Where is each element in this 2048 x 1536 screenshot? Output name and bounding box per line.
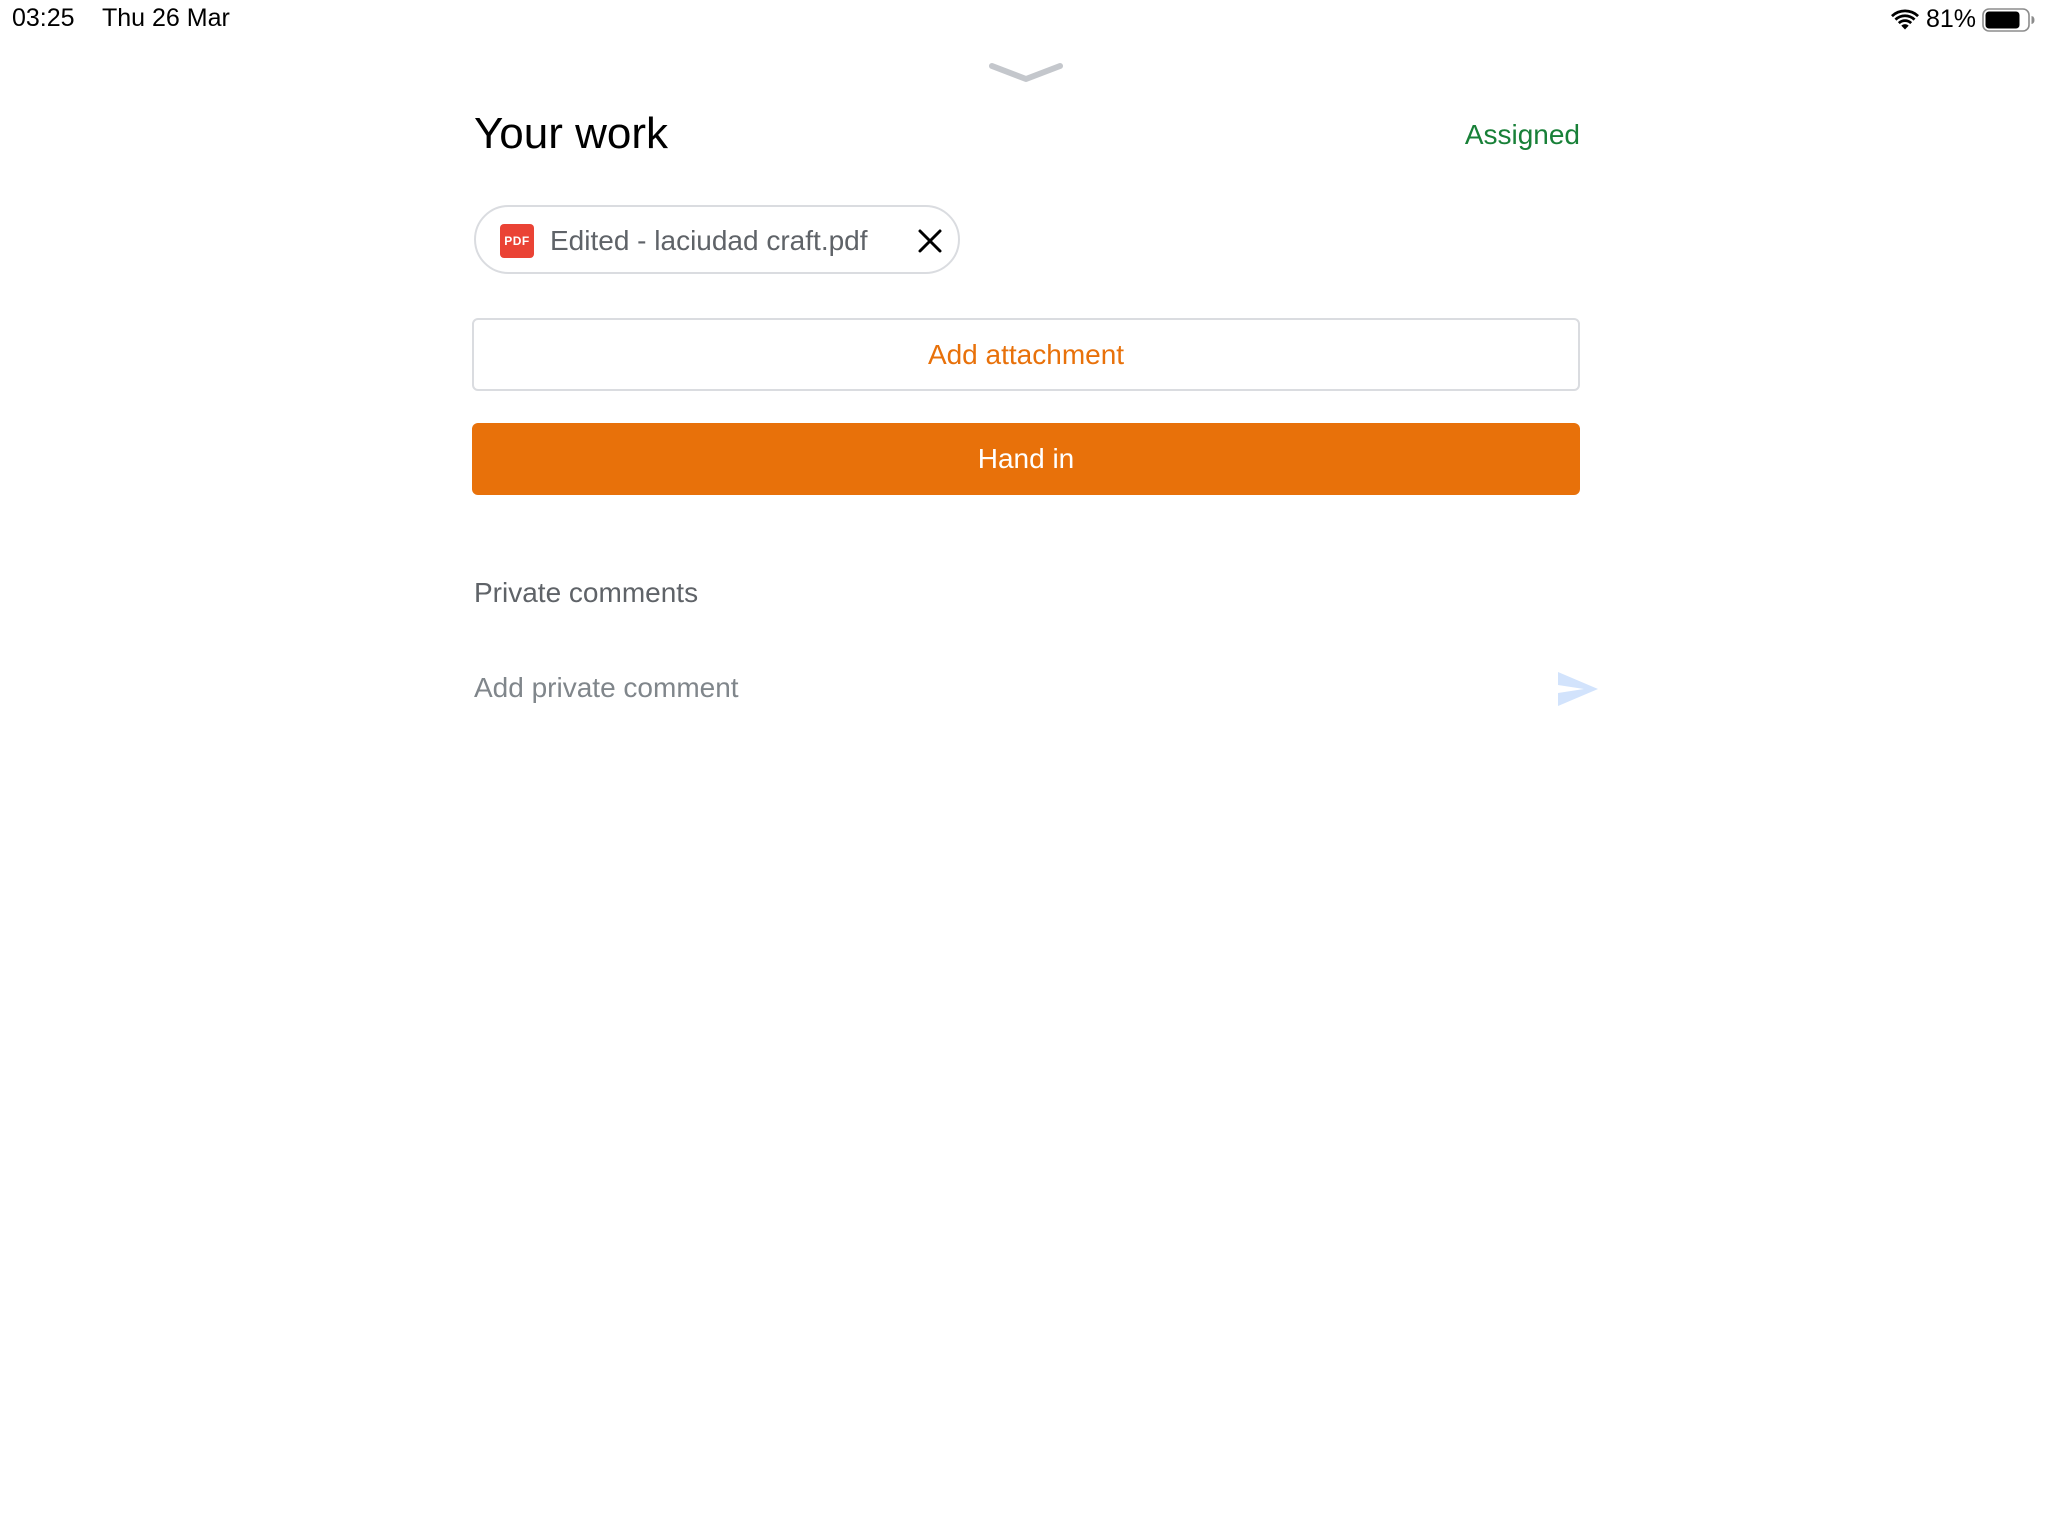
- battery-percentage: 81%: [1925, 5, 1976, 33]
- attachment-name: Edited - laciudad craft.pdf: [550, 225, 868, 256]
- status-time: 03:25: [12, 4, 75, 32]
- pdf-icon: PDF: [500, 224, 534, 258]
- status-date: Thu 26 Mar: [102, 4, 230, 32]
- chevron-down-icon[interactable]: [988, 60, 1064, 86]
- private-comments-heading: Private comments: [474, 577, 699, 608]
- close-icon[interactable]: [916, 227, 944, 255]
- status-indicators: 81%: [1890, 5, 2036, 34]
- assignment-status: Assigned: [1464, 119, 1580, 150]
- add-attachment-button[interactable]: Add attachment: [472, 318, 1580, 391]
- hand-in-button[interactable]: Hand in: [472, 423, 1580, 495]
- private-comment-input[interactable]: [474, 668, 1534, 708]
- status-bar: 03:25 Thu 26 Mar 81%: [0, 0, 2048, 40]
- battery-icon: [1982, 7, 2035, 32]
- page-title: Your work: [474, 109, 669, 158]
- wifi-icon: [1890, 8, 1919, 29]
- send-icon[interactable]: [1556, 670, 1600, 708]
- attachment-chip[interactable]: PDF Edited - laciudad craft.pdf: [474, 205, 960, 274]
- your-work-sheet: 03:25 Thu 26 Mar 81% Your work Assigned …: [0, 0, 2048, 1536]
